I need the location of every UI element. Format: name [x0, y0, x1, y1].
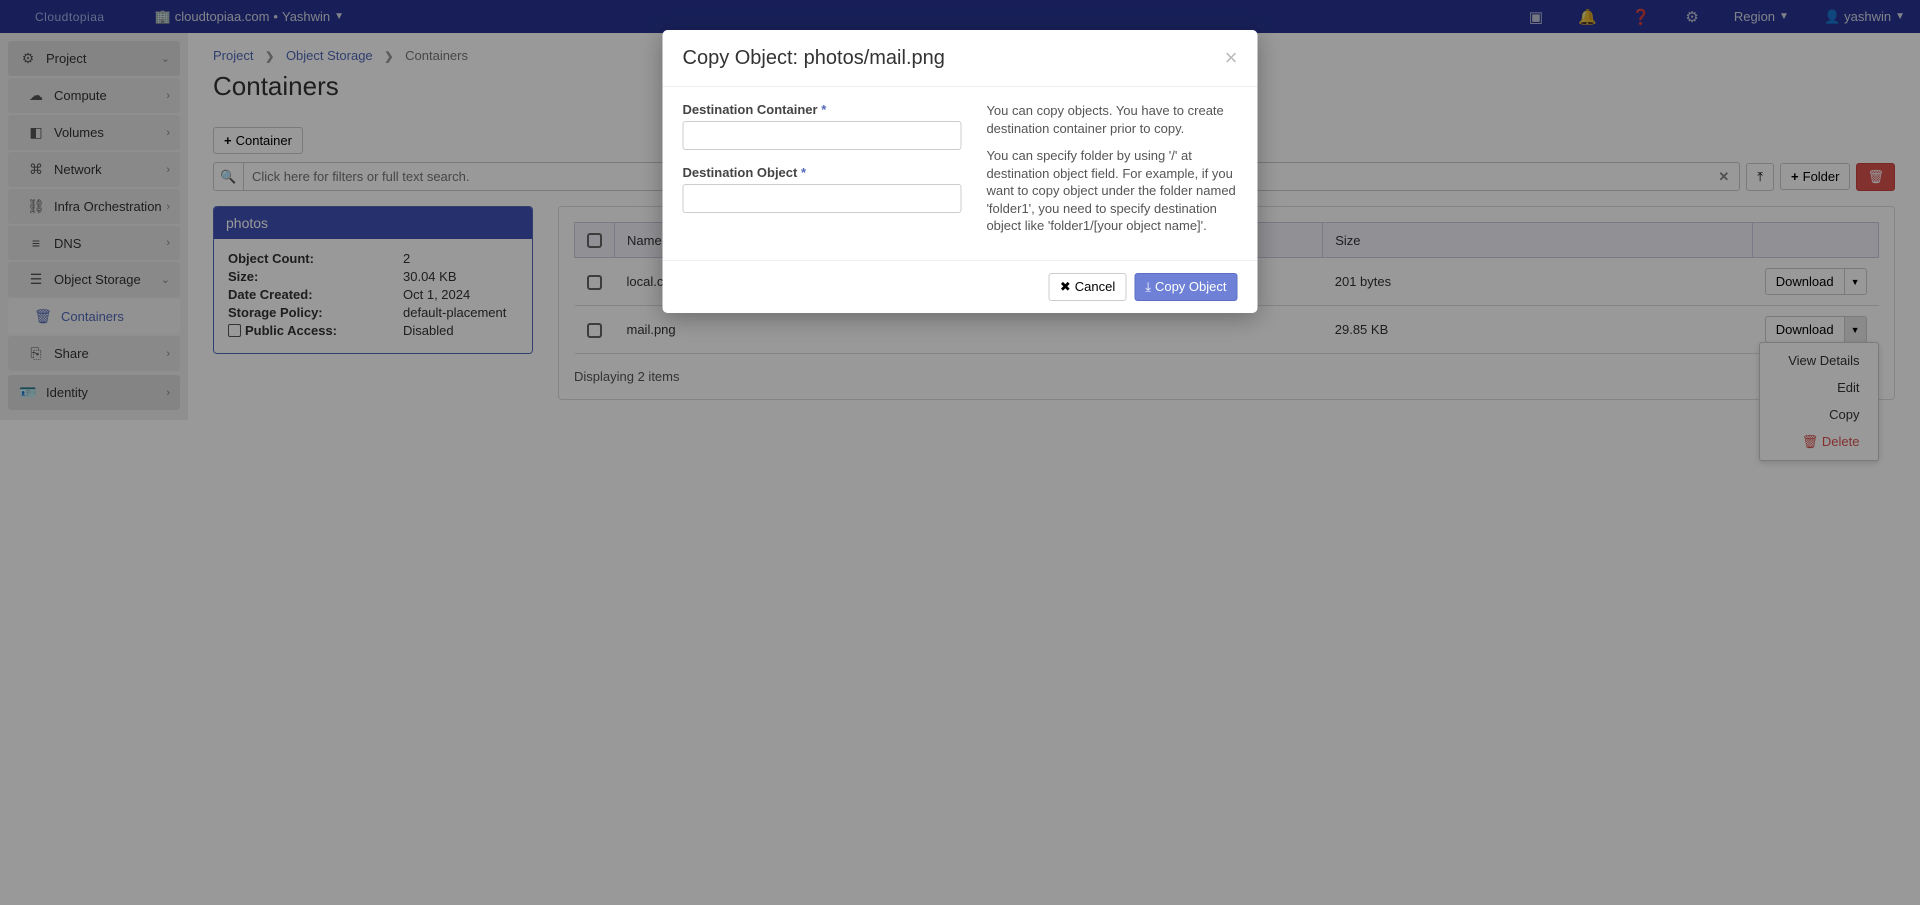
upload-icon: ⤓ — [1145, 279, 1151, 295]
cancel-button[interactable]: ✖ Cancel — [1049, 273, 1126, 301]
dest-container-input[interactable] — [683, 121, 962, 150]
help-text-1: You can copy objects. You have to create… — [986, 102, 1237, 137]
x-icon: ✖ — [1060, 279, 1071, 295]
label-dest-object: Destination Object * — [683, 165, 962, 180]
copy-object-submit-button[interactable]: ⤓ Copy Object — [1134, 273, 1237, 301]
dest-object-input[interactable] — [683, 184, 962, 213]
label-dest-container: Destination Container * — [683, 102, 962, 117]
copy-object-modal: Copy Object: photos/mail.png × Destinati… — [663, 30, 1258, 313]
modal-close-button[interactable]: × — [1225, 45, 1238, 71]
modal-title: Copy Object: photos/mail.png — [683, 47, 1225, 70]
help-text-2: You can specify folder by using '/' at d… — [986, 147, 1237, 235]
